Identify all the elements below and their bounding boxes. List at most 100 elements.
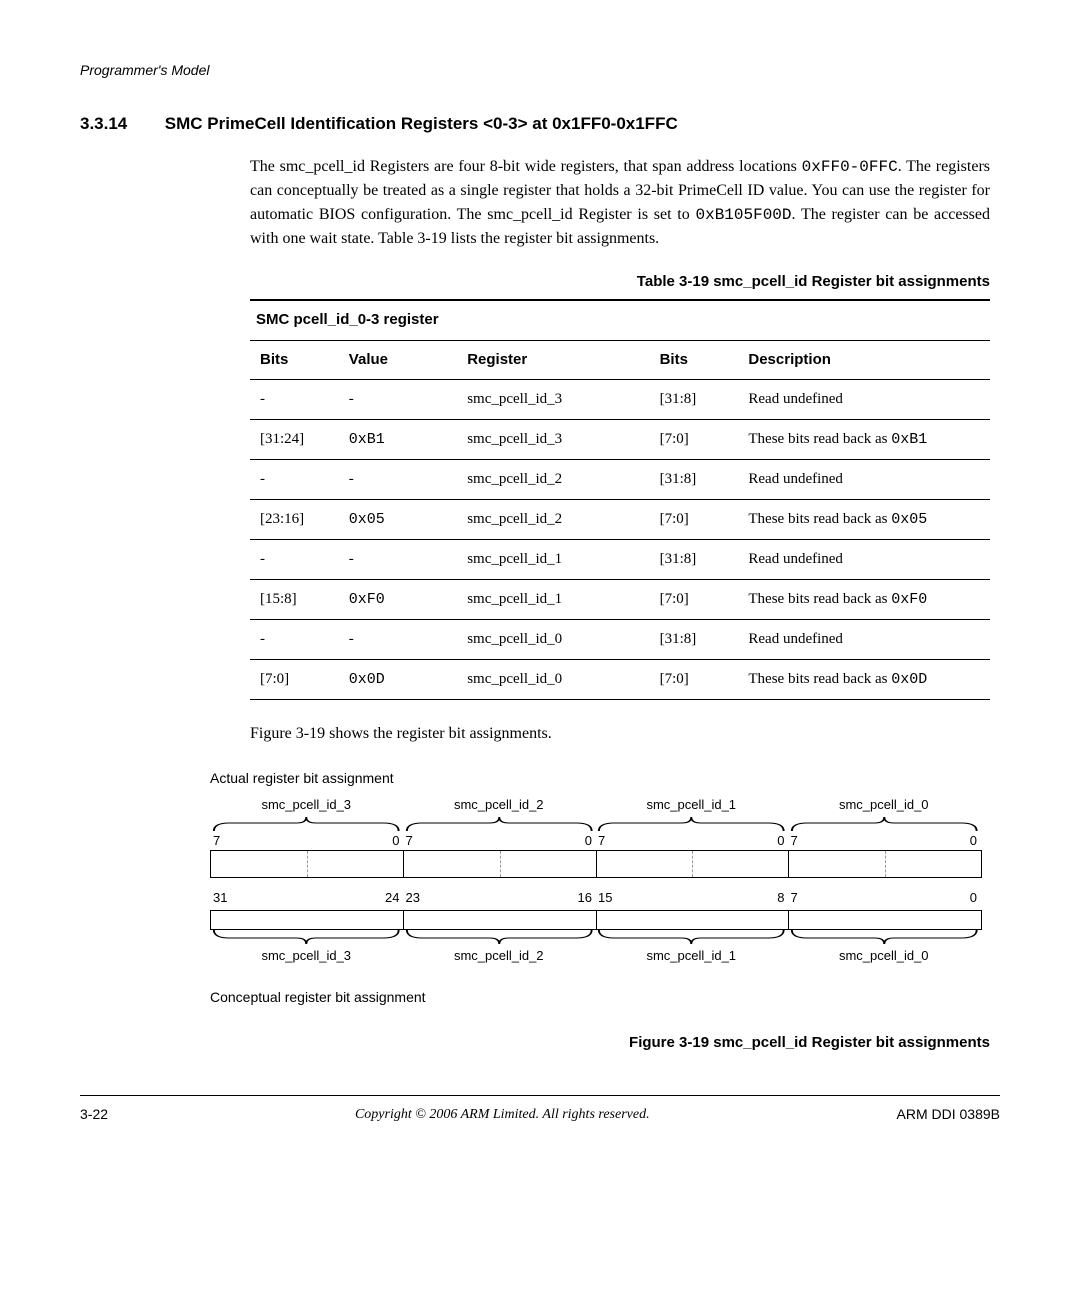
table-title: SMC pcell_id_0-3 register	[250, 301, 990, 340]
reg-box	[789, 851, 981, 877]
cell-bits_a: [23:16]	[250, 499, 339, 540]
cell-desc: Read undefined	[738, 540, 990, 580]
reg-box	[404, 851, 597, 877]
cell-bits_b: [7:0]	[650, 579, 739, 620]
diagram-name: smc_pcell_id_2	[403, 795, 596, 815]
diagram-name: smc_pcell_id_3	[210, 946, 403, 966]
brace-icon	[210, 815, 403, 831]
diagram-bottom-names: smc_pcell_id_3 smc_pcell_id_2 smc_pcell_…	[210, 946, 980, 966]
cell-desc: Read undefined	[738, 620, 990, 660]
running-head: Programmer's Model	[80, 60, 1000, 81]
footer-doc-id: ARM DDI 0389B	[897, 1104, 1000, 1125]
box-divider	[692, 851, 693, 877]
cell-bits_a: -	[250, 460, 339, 500]
reg-box	[597, 911, 790, 929]
diagram-top-names: smc_pcell_id_3 smc_pcell_id_2 smc_pcell_…	[210, 795, 980, 815]
table-row: [31:24]0xB1smc_pcell_id_3[7:0]These bits…	[250, 419, 990, 460]
bit-num: 0	[777, 831, 784, 851]
bit-range: 15 8	[595, 888, 788, 908]
brace-icon	[403, 930, 596, 946]
cell-desc: Read undefined	[738, 380, 990, 420]
bit-num: 24	[385, 888, 399, 908]
diagram-top-bits: 70 70 70 70	[210, 831, 980, 851]
bit-num: 16	[578, 888, 592, 908]
bit-range: 70	[210, 831, 403, 851]
diagram-bottom-bits: 31 24 23 16 15 8 70	[210, 888, 980, 908]
bit-num: 31	[213, 888, 227, 908]
th-bits-a: Bits	[250, 340, 339, 380]
diagram-name: smc_pcell_id_0	[788, 946, 981, 966]
bit-num: 7	[598, 831, 605, 851]
cell-register: smc_pcell_id_0	[457, 620, 649, 660]
th-bits-b: Bits	[650, 340, 739, 380]
th-register: Register	[457, 340, 649, 380]
bit-num: 0	[392, 831, 399, 851]
reg-box	[404, 911, 597, 929]
cell-desc: These bits read back as 0x05	[738, 499, 990, 540]
figure-caption: Figure 3-19 smc_pcell_id Register bit as…	[250, 1032, 990, 1055]
cell-value: -	[339, 620, 457, 660]
register-table: SMC pcell_id_0-3 register Bits Value Reg…	[250, 299, 990, 700]
brace-icon	[788, 930, 981, 946]
diagram-conceptual-box	[210, 910, 982, 930]
cell-bits_b: [7:0]	[650, 499, 739, 540]
cell-bits_a: [15:8]	[250, 579, 339, 620]
brace-icon	[210, 930, 403, 946]
bit-range: 70	[595, 831, 788, 851]
bit-num: 7	[406, 831, 413, 851]
cell-bits_a: [7:0]	[250, 659, 339, 699]
cell-register: smc_pcell_id_3	[457, 380, 649, 420]
cell-register: smc_pcell_id_2	[457, 499, 649, 540]
cell-desc: These bits read back as 0xF0	[738, 579, 990, 620]
table-row: --smc_pcell_id_0[31:8]Read undefined	[250, 620, 990, 660]
after-table-text: Figure 3-19 shows the register bit assig…	[250, 722, 1000, 746]
cell-value: -	[339, 460, 457, 500]
cell-register: smc_pcell_id_3	[457, 419, 649, 460]
cell-bits_b: [31:8]	[650, 540, 739, 580]
box-divider	[500, 851, 501, 877]
bit-range: 70	[788, 831, 981, 851]
section-title: SMC PrimeCell Identification Registers <…	[165, 114, 678, 133]
cell-value: 0x0D	[339, 659, 457, 699]
bit-num: 15	[598, 888, 612, 908]
brace-icon	[403, 815, 596, 831]
cell-bits_a: [31:24]	[250, 419, 339, 460]
cell-register: smc_pcell_id_0	[457, 659, 649, 699]
cell-bits_b: [31:8]	[650, 460, 739, 500]
bit-num: 23	[406, 888, 420, 908]
table-row: [23:16]0x05smc_pcell_id_2[7:0]These bits…	[250, 499, 990, 540]
table-row: --smc_pcell_id_1[31:8]Read undefined	[250, 540, 990, 580]
diagram-name: smc_pcell_id_3	[210, 795, 403, 815]
cell-desc: These bits read back as 0xB1	[738, 419, 990, 460]
bit-num: 7	[791, 888, 798, 908]
brace-icon	[595, 930, 788, 946]
cell-bits_b: [31:8]	[650, 620, 739, 660]
bit-num: 8	[777, 888, 784, 908]
cell-register: smc_pcell_id_1	[457, 579, 649, 620]
diagram-top-label: Actual register bit assignment	[210, 768, 1000, 789]
footer-copyright: Copyright © 2006 ARM Limited. All rights…	[108, 1104, 896, 1125]
cell-bits_a: -	[250, 620, 339, 660]
bit-num: 0	[585, 831, 592, 851]
section-heading: 3.3.14 SMC PrimeCell Identification Regi…	[80, 111, 1000, 137]
cell-value: 0xB1	[339, 419, 457, 460]
cell-desc: Read undefined	[738, 460, 990, 500]
bit-diagram: smc_pcell_id_3 smc_pcell_id_2 smc_pcell_…	[210, 795, 980, 965]
cell-bits_a: -	[250, 380, 339, 420]
brace-icon	[595, 815, 788, 831]
cell-register: smc_pcell_id_1	[457, 540, 649, 580]
bit-range: 70	[788, 888, 981, 908]
diagram-name: smc_pcell_id_1	[595, 795, 788, 815]
bit-num: 7	[213, 831, 220, 851]
footer-page-number: 3-22	[80, 1104, 108, 1125]
section-number: 3.3.14	[80, 111, 160, 137]
reg-box	[211, 911, 404, 929]
cell-bits_b: [7:0]	[650, 659, 739, 699]
table-row: [15:8]0xF0smc_pcell_id_1[7:0]These bits …	[250, 579, 990, 620]
table-caption: Table 3-19 smc_pcell_id Register bit ass…	[250, 271, 990, 294]
cell-bits_b: [31:8]	[650, 380, 739, 420]
bit-range: 31 24	[210, 888, 403, 908]
cell-value: -	[339, 540, 457, 580]
cell-value: -	[339, 380, 457, 420]
th-value: Value	[339, 340, 457, 380]
